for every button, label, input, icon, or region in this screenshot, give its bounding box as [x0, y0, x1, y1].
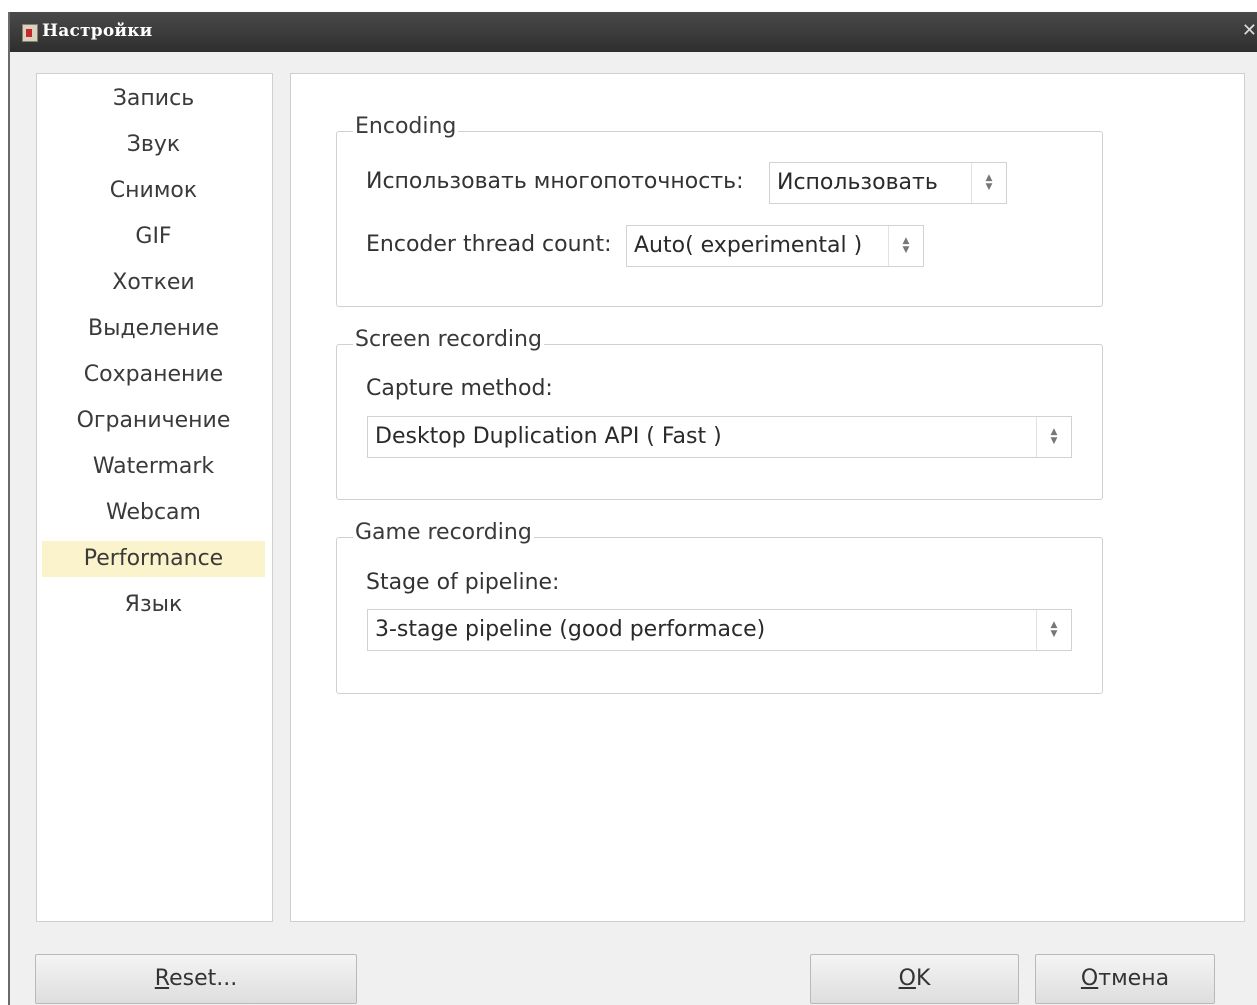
close-icon[interactable]: ✕ — [1242, 20, 1257, 41]
sidebar-item-selection[interactable]: Выделение — [42, 311, 265, 347]
pipeline-select[interactable]: 3-stage pipeline (good performace) ▲ ▼ — [367, 609, 1072, 651]
encoding-group: Encoding Использовать многопоточность: И… — [336, 114, 1103, 307]
pipeline-value: 3-stage pipeline (good performace) — [375, 617, 766, 642]
reset-mnemonic: R — [154, 966, 170, 991]
settings-window: Настройки ✕ Запись Звук Снимок GIF Хотке… — [8, 12, 1257, 1005]
ok-button[interactable]: OK — [810, 954, 1019, 1004]
title-bar[interactable]: Настройки ✕ — [10, 12, 1257, 52]
screen-recording-group-title: Screen recording — [353, 327, 544, 352]
cancel-button[interactable]: Отмена — [1035, 954, 1215, 1004]
reset-button[interactable]: Reset... — [35, 954, 357, 1004]
spin-arrows-icon: ▲ ▼ — [1036, 417, 1071, 457]
sidebar-item-language[interactable]: Язык — [42, 587, 265, 623]
thread-count-value: Auto( experimental ) — [634, 233, 863, 258]
settings-content: Encoding Использовать многопоточность: И… — [290, 73, 1245, 922]
settings-sidebar: Запись Звук Снимок GIF Хоткеи Выделение … — [36, 73, 273, 922]
spin-arrows-icon: ▲ ▼ — [971, 163, 1006, 203]
multithread-select[interactable]: Использовать ▲ ▼ — [769, 162, 1007, 204]
sidebar-item-watermark[interactable]: Watermark — [42, 449, 265, 485]
cancel-mnemonic: О — [1080, 966, 1099, 991]
window-title: Настройки — [42, 21, 153, 41]
reset-label: eset... — [169, 966, 238, 991]
screen-recording-group: Screen recording Capture method: Desktop… — [336, 327, 1103, 500]
sidebar-item-saving[interactable]: Сохранение — [42, 357, 265, 393]
game-recording-group-title: Game recording — [353, 520, 534, 545]
sidebar-item-limit[interactable]: Ограничение — [42, 403, 265, 439]
cancel-label: тмена — [1098, 966, 1170, 991]
sidebar-item-performance[interactable]: Performance — [42, 541, 265, 577]
sidebar-item-hotkeys[interactable]: Хоткеи — [42, 265, 265, 301]
ok-label: K — [915, 966, 931, 991]
sidebar-item-record[interactable]: Запись — [42, 81, 265, 117]
ok-mnemonic: O — [898, 966, 916, 991]
spin-arrows-icon: ▲ ▼ — [1036, 610, 1071, 650]
multithread-value: Использовать — [777, 170, 938, 195]
sidebar-item-snapshot[interactable]: Снимок — [42, 173, 265, 209]
sidebar-item-webcam[interactable]: Webcam — [42, 495, 265, 531]
sidebar-item-gif[interactable]: GIF — [42, 219, 265, 255]
thread-count-select[interactable]: Auto( experimental ) ▲ ▼ — [626, 225, 924, 267]
app-icon — [22, 24, 38, 42]
game-recording-group: Game recording Stage of pipeline: 3-stag… — [336, 520, 1103, 694]
capture-method-label: Capture method: — [366, 376, 553, 401]
capture-method-select[interactable]: Desktop Duplication API ( Fast ) ▲ ▼ — [367, 416, 1072, 458]
encoding-group-title: Encoding — [353, 114, 459, 139]
thread-count-label: Encoder thread count: — [366, 232, 612, 257]
multithread-label: Использовать многопоточность: — [366, 169, 744, 194]
pipeline-label: Stage of pipeline: — [366, 570, 560, 595]
capture-method-value: Desktop Duplication API ( Fast ) — [375, 424, 722, 449]
spin-arrows-icon: ▲ ▼ — [888, 226, 923, 266]
sidebar-item-sound[interactable]: Звук — [42, 127, 265, 163]
